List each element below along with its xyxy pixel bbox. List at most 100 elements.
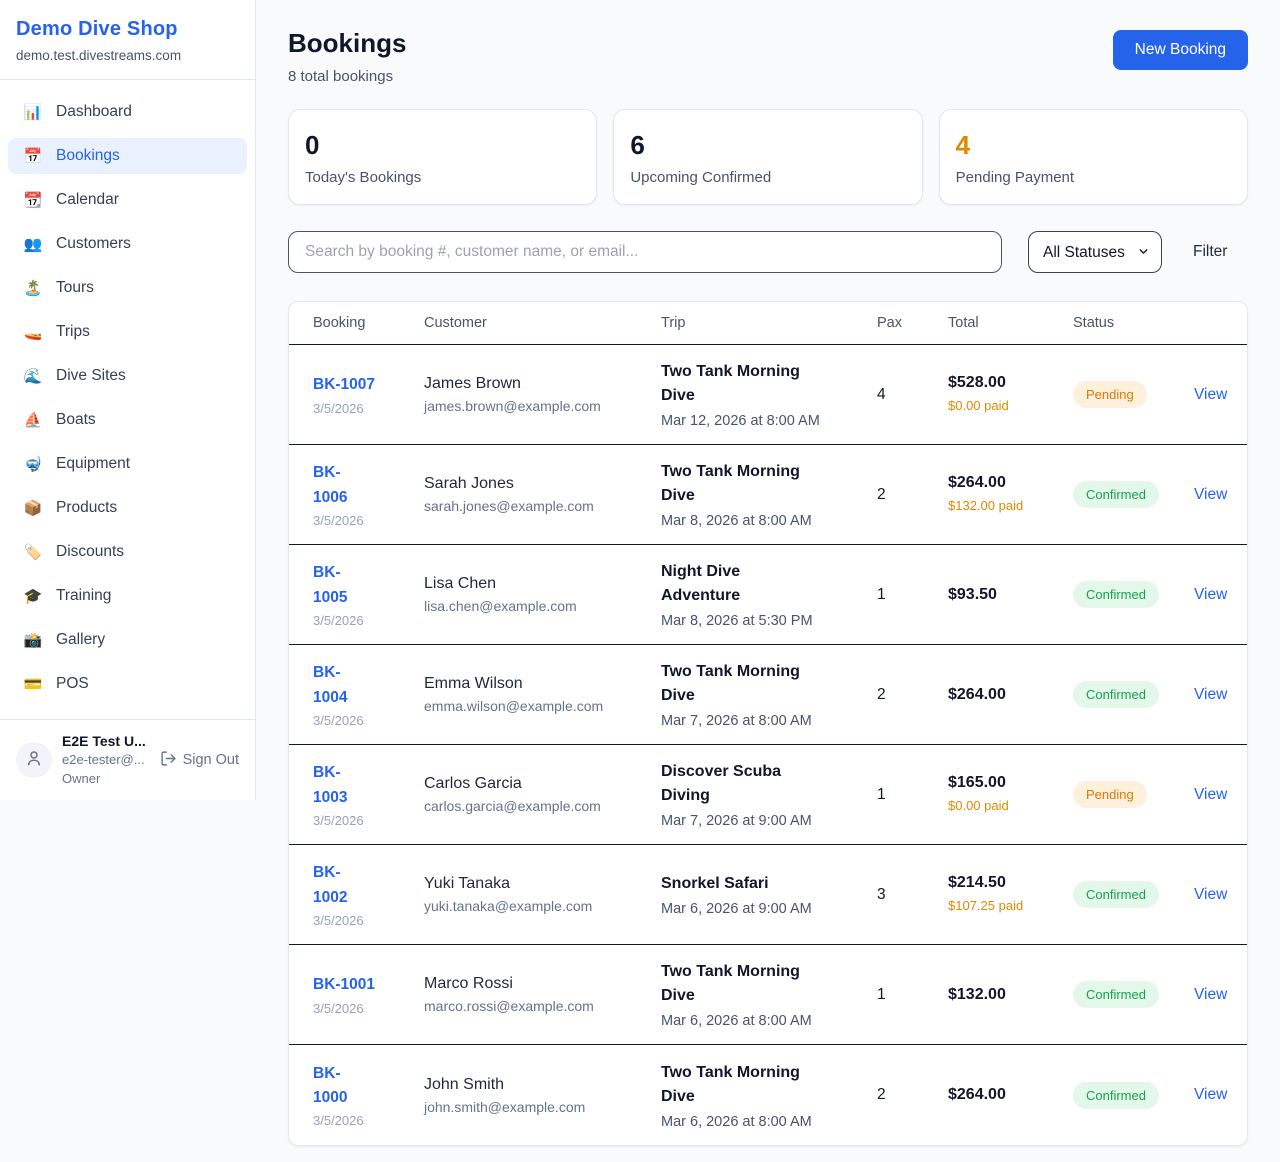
booking-id-link[interactable]: BK- 1003: [313, 761, 424, 809]
sidebar-item-tours[interactable]: 🏝️Tours: [8, 270, 247, 306]
pos-icon: 💳: [22, 675, 44, 693]
bookings-icon: 📅: [22, 147, 44, 165]
table-row: BK-10073/5/2026James Brownjames.brown@ex…: [289, 345, 1247, 445]
booking-date: 3/5/2026: [313, 1113, 424, 1128]
trip-datetime: Mar 6, 2026 at 9:00 AM: [661, 901, 877, 917]
trip-cell: Two Tank Morning Dive Mar 12, 2026 at 8:0…: [661, 360, 877, 429]
trip-datetime: Mar 8, 2026 at 5:30 PM: [661, 613, 877, 629]
view-link[interactable]: View: [1194, 986, 1231, 1004]
sidebar-item-calendar[interactable]: 📆Calendar: [8, 182, 247, 218]
status-cell: Confirmed: [1073, 981, 1194, 1008]
stat-value: 4: [956, 130, 1231, 161]
sign-out-button[interactable]: Sign Out: [160, 750, 239, 771]
sidebar-item-training[interactable]: 🎓Training: [8, 578, 247, 614]
customer-name: Emma Wilson: [424, 675, 661, 693]
sidebar-item-label: Discounts: [56, 543, 124, 561]
total-amount: $264.00: [948, 1086, 1073, 1104]
user-block: E2E Test U... e2e-tester@... Owner Sign …: [0, 719, 255, 800]
booking-id-link[interactable]: BK-1001: [313, 973, 424, 997]
trip-datetime: Mar 8, 2026 at 8:00 AM: [661, 513, 877, 529]
sidebar-item-products[interactable]: 📦Products: [8, 490, 247, 526]
view-link[interactable]: View: [1194, 886, 1231, 904]
booking-id-link[interactable]: BK-1007: [313, 373, 424, 397]
dive-sites-icon: 🌊: [22, 367, 44, 385]
view-link[interactable]: View: [1194, 1086, 1231, 1104]
table-header: BookingCustomerTripPaxTotalStatus: [289, 302, 1247, 345]
booking-id-link[interactable]: BK- 1006: [313, 461, 424, 509]
view-link[interactable]: View: [1194, 486, 1231, 504]
status-badge: Confirmed: [1073, 1082, 1159, 1109]
sidebar-item-gallery[interactable]: 📸Gallery: [8, 622, 247, 658]
search-input[interactable]: [288, 231, 1002, 273]
user-role: Owner: [62, 771, 146, 788]
sidebar-item-label: Trips: [56, 323, 90, 341]
trip-name: Two Tank Morning Dive: [661, 360, 821, 408]
stat-value: 6: [630, 130, 905, 161]
stat-label: Upcoming Confirmed: [630, 169, 905, 186]
view-link[interactable]: View: [1194, 586, 1231, 604]
status-select[interactable]: All Statuses: [1028, 231, 1162, 273]
page-header: Bookings 8 total bookings New Booking: [288, 28, 1248, 85]
pax-value: 1: [877, 586, 948, 604]
trip-cell: Two Tank Morning DiveMar 8, 2026 at 8:00…: [661, 460, 877, 529]
trip-name: Snorkel Safari: [661, 872, 821, 896]
sidebar-item-trips[interactable]: 🚤 Trips: [8, 314, 247, 350]
booking-cell: BK- 10033/5/2026: [313, 761, 424, 827]
status-cell: Confirmed: [1073, 1082, 1194, 1109]
bookings-table: BookingCustomerTripPaxTotalStatus BK-100…: [288, 301, 1248, 1146]
customer-name: John Smith: [424, 1076, 661, 1094]
products-icon: 📦: [22, 499, 44, 517]
total-amount: $528.00: [948, 374, 1073, 392]
page-title-block: Bookings 8 total bookings: [288, 28, 406, 85]
total-cell: $264.00: [948, 686, 1073, 704]
booking-cell: BK- 10043/5/2026: [313, 661, 424, 727]
view-link[interactable]: View: [1194, 386, 1231, 404]
trip-datetime: Mar 12, 2026 at 8:00 AM: [661, 413, 877, 429]
booking-id-link[interactable]: BK- 1002: [313, 861, 424, 909]
booking-id-link[interactable]: BK- 1004: [313, 661, 424, 709]
sign-out-label: Sign Out: [183, 752, 239, 768]
paid-amount: $107.25 paid: [948, 897, 1028, 916]
sidebar-item-discounts[interactable]: 🏷️Discounts: [8, 534, 247, 570]
customer-email: marco.rossi@example.com: [424, 998, 661, 1014]
customer-name: Marco Rossi: [424, 975, 661, 993]
sidebar-item-equipment[interactable]: 🤿Equipment: [8, 446, 247, 482]
stat-card-1: 0Today's Bookings: [288, 109, 597, 205]
sidebar-item-pos[interactable]: 💳 POS: [8, 666, 247, 702]
table-row: BK-10013/5/2026Marco Rossimarco.rossi@ex…: [289, 945, 1247, 1045]
calendar-icon: 📆: [22, 191, 44, 209]
customer-cell: Lisa Chenlisa.chen@example.com: [424, 575, 661, 614]
customers-icon: 👥: [22, 235, 44, 253]
status-cell: Confirmed: [1073, 581, 1194, 608]
customer-name: James Brown: [424, 375, 661, 393]
trip-name: Two Tank Morning Dive: [661, 960, 821, 1008]
customer-email: carlos.garcia@example.com: [424, 798, 661, 814]
view-link[interactable]: View: [1194, 686, 1231, 704]
pax-value: 2: [877, 686, 948, 704]
status-badge: Confirmed: [1073, 981, 1159, 1008]
sign-out-icon: [160, 750, 177, 771]
total-amount: $214.50: [948, 874, 1073, 892]
sidebar-item-boats[interactable]: ⛵Boats: [8, 402, 247, 438]
trip-datetime: Mar 7, 2026 at 8:00 AM: [661, 713, 877, 729]
page-title: Bookings: [288, 28, 406, 59]
booking-id-link[interactable]: BK- 1000: [313, 1062, 424, 1110]
filter-button[interactable]: Filter: [1193, 243, 1227, 261]
trip-cell: Two Tank Morning DiveMar 6, 2026 at 8:00…: [661, 960, 877, 1029]
sidebar-item-bookings[interactable]: 📅Bookings: [8, 138, 247, 174]
view-link[interactable]: View: [1194, 786, 1231, 804]
booking-id-link[interactable]: BK- 1005: [313, 561, 424, 609]
training-icon: 🎓: [22, 587, 44, 605]
column-header-total: Total: [948, 315, 1073, 331]
sidebar-item-label: POS: [56, 675, 89, 693]
brand-title[interactable]: Demo Dive Shop: [16, 18, 239, 41]
sidebar-item-customers[interactable]: 👥Customers: [8, 226, 247, 262]
customer-email: james.brown@example.com: [424, 398, 661, 414]
sidebar-item-dashboard[interactable]: 📊Dashboard: [8, 94, 247, 130]
sidebar-item-dive-sites[interactable]: 🌊Dive Sites: [8, 358, 247, 394]
trips-icon: 🚤: [22, 323, 44, 341]
status-badge: Confirmed: [1073, 881, 1159, 908]
new-booking-button[interactable]: New Booking: [1113, 30, 1248, 70]
sidebar-item-label: Boats: [56, 411, 96, 429]
customer-cell: Marco Rossi marco.rossi@example.com: [424, 975, 661, 1014]
